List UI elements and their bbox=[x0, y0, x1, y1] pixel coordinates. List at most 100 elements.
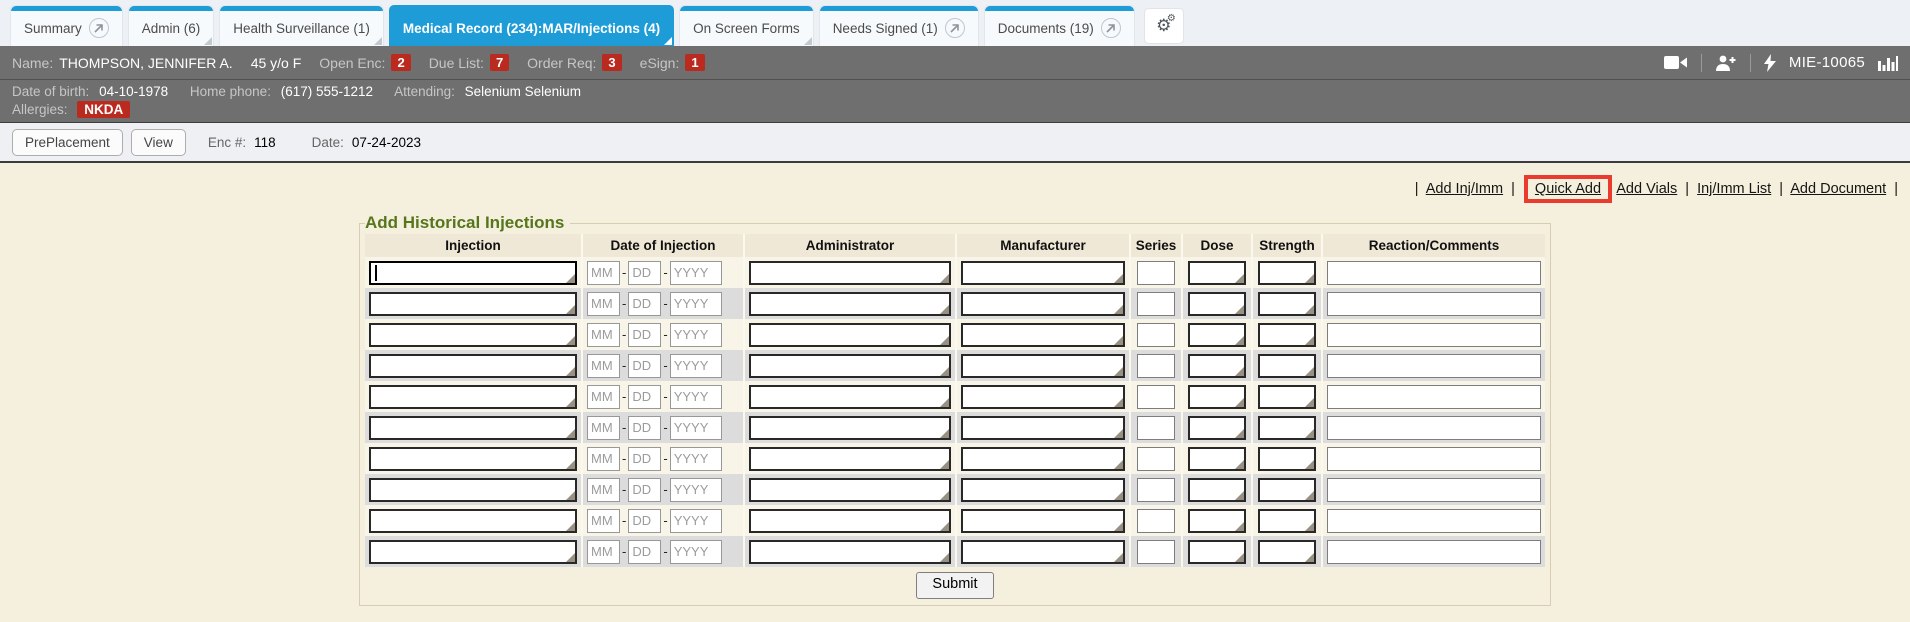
submit-button[interactable]: Submit bbox=[916, 572, 993, 599]
injection-input[interactable] bbox=[369, 509, 577, 533]
injection-input[interactable] bbox=[369, 261, 577, 285]
date-dd-input[interactable] bbox=[628, 261, 661, 285]
administrator-input[interactable] bbox=[749, 509, 951, 533]
video-camera-icon[interactable] bbox=[1664, 55, 1688, 70]
reaction-comments-input[interactable] bbox=[1327, 416, 1541, 440]
date-mm-input[interactable] bbox=[587, 385, 620, 409]
date-dd-input[interactable] bbox=[628, 540, 661, 564]
strength-input[interactable] bbox=[1258, 540, 1316, 564]
date-yyyy-input[interactable] bbox=[670, 416, 722, 440]
injection-input[interactable] bbox=[369, 385, 577, 409]
tab-admin[interactable]: Admin (6) bbox=[128, 5, 215, 46]
reaction-comments-input[interactable] bbox=[1327, 354, 1541, 378]
dose-input[interactable] bbox=[1188, 509, 1246, 533]
dose-input[interactable] bbox=[1188, 478, 1246, 502]
reaction-comments-input[interactable] bbox=[1327, 323, 1541, 347]
series-input[interactable] bbox=[1137, 292, 1175, 316]
reaction-comments-input[interactable] bbox=[1327, 478, 1541, 502]
open-enc-badge[interactable]: 2 bbox=[391, 54, 410, 71]
preplacement-button[interactable]: PrePlacement bbox=[12, 129, 123, 156]
strength-input[interactable] bbox=[1258, 292, 1316, 316]
manufacturer-input[interactable] bbox=[961, 292, 1125, 316]
injection-input[interactable] bbox=[369, 323, 577, 347]
tab-needs-signed[interactable]: Needs Signed (1) bbox=[819, 5, 979, 46]
reaction-comments-input[interactable] bbox=[1327, 447, 1541, 471]
bar-chart-icon[interactable] bbox=[1878, 54, 1898, 71]
dose-input[interactable] bbox=[1188, 416, 1246, 440]
date-mm-input[interactable] bbox=[587, 447, 620, 471]
manufacturer-input[interactable] bbox=[961, 354, 1125, 378]
series-input[interactable] bbox=[1137, 416, 1175, 440]
administrator-input[interactable] bbox=[749, 385, 951, 409]
manufacturer-input[interactable] bbox=[961, 447, 1125, 471]
manufacturer-input[interactable] bbox=[961, 509, 1125, 533]
date-mm-input[interactable] bbox=[587, 540, 620, 564]
date-dd-input[interactable] bbox=[628, 354, 661, 378]
date-mm-input[interactable] bbox=[587, 323, 620, 347]
injection-input[interactable] bbox=[369, 478, 577, 502]
reaction-comments-input[interactable] bbox=[1327, 385, 1541, 409]
dose-input[interactable] bbox=[1188, 385, 1246, 409]
reaction-comments-input[interactable] bbox=[1327, 292, 1541, 316]
dose-input[interactable] bbox=[1188, 354, 1246, 378]
administrator-input[interactable] bbox=[749, 478, 951, 502]
manufacturer-input[interactable] bbox=[961, 416, 1125, 440]
administrator-input[interactable] bbox=[749, 292, 951, 316]
injection-input[interactable] bbox=[369, 540, 577, 564]
date-yyyy-input[interactable] bbox=[670, 509, 722, 533]
strength-input[interactable] bbox=[1258, 385, 1316, 409]
strength-input[interactable] bbox=[1258, 416, 1316, 440]
series-input[interactable] bbox=[1137, 261, 1175, 285]
strength-input[interactable] bbox=[1258, 447, 1316, 471]
date-mm-input[interactable] bbox=[587, 478, 620, 502]
date-mm-input[interactable] bbox=[587, 416, 620, 440]
series-input[interactable] bbox=[1137, 385, 1175, 409]
injection-input[interactable] bbox=[369, 447, 577, 471]
allergy-badge[interactable]: NKDA bbox=[77, 101, 130, 118]
manufacturer-input[interactable] bbox=[961, 261, 1125, 285]
external-link-icon[interactable] bbox=[1101, 18, 1121, 38]
administrator-input[interactable] bbox=[749, 261, 951, 285]
external-link-icon[interactable] bbox=[945, 18, 965, 38]
order-req-badge[interactable]: 3 bbox=[602, 54, 621, 71]
dose-input[interactable] bbox=[1188, 323, 1246, 347]
manufacturer-input[interactable] bbox=[961, 323, 1125, 347]
date-yyyy-input[interactable] bbox=[670, 478, 722, 502]
date-yyyy-input[interactable] bbox=[670, 354, 722, 378]
external-link-icon[interactable] bbox=[89, 18, 109, 38]
inj-imm-list-link[interactable]: Inj/Imm List bbox=[1697, 181, 1771, 197]
manufacturer-input[interactable] bbox=[961, 385, 1125, 409]
add-user-icon[interactable] bbox=[1715, 55, 1737, 71]
view-button[interactable]: View bbox=[131, 129, 186, 156]
dose-input[interactable] bbox=[1188, 447, 1246, 471]
settings-button[interactable]: ⚙⚙ bbox=[1144, 8, 1184, 44]
date-mm-input[interactable] bbox=[587, 261, 620, 285]
administrator-input[interactable] bbox=[749, 540, 951, 564]
administrator-input[interactable] bbox=[749, 416, 951, 440]
lightning-icon[interactable] bbox=[1764, 54, 1776, 72]
strength-input[interactable] bbox=[1258, 478, 1316, 502]
date-dd-input[interactable] bbox=[628, 323, 661, 347]
date-yyyy-input[interactable] bbox=[670, 540, 722, 564]
injection-input[interactable] bbox=[369, 354, 577, 378]
strength-input[interactable] bbox=[1258, 261, 1316, 285]
tab-medical-record[interactable]: Medical Record (234):MAR/Injections (4) bbox=[389, 5, 674, 46]
date-dd-input[interactable] bbox=[628, 478, 661, 502]
injection-input[interactable] bbox=[369, 292, 577, 316]
dose-input[interactable] bbox=[1188, 292, 1246, 316]
dose-input[interactable] bbox=[1188, 540, 1246, 564]
reaction-comments-input[interactable] bbox=[1327, 261, 1541, 285]
add-inj-imm-link[interactable]: Add Inj/Imm bbox=[1426, 181, 1503, 197]
esign-badge[interactable]: 1 bbox=[685, 54, 704, 71]
date-yyyy-input[interactable] bbox=[670, 292, 722, 316]
add-document-link[interactable]: Add Document bbox=[1790, 181, 1886, 197]
series-input[interactable] bbox=[1137, 323, 1175, 347]
date-dd-input[interactable] bbox=[628, 416, 661, 440]
due-list-badge[interactable]: 7 bbox=[490, 54, 509, 71]
manufacturer-input[interactable] bbox=[961, 540, 1125, 564]
date-mm-input[interactable] bbox=[587, 354, 620, 378]
manufacturer-input[interactable] bbox=[961, 478, 1125, 502]
date-yyyy-input[interactable] bbox=[670, 447, 722, 471]
add-vials-link[interactable]: Add Vials bbox=[1616, 181, 1677, 197]
date-yyyy-input[interactable] bbox=[670, 385, 722, 409]
